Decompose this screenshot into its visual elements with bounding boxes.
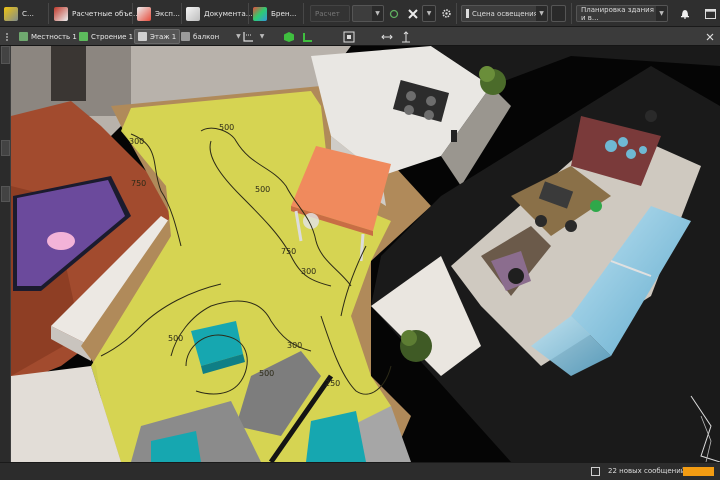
bell-icon[interactable] — [677, 6, 693, 21]
contour-label: 750 — [281, 247, 296, 256]
gear-icon[interactable] — [438, 6, 454, 21]
section-icon[interactable] — [240, 29, 256, 44]
select-icon[interactable] — [341, 29, 357, 44]
measure-icon — [4, 6, 18, 21]
messages-count[interactable]: 22 новых сообщений — [608, 467, 685, 475]
toolbar-item-measure[interactable]: С... — [4, 4, 34, 23]
contour-label: 300 — [287, 341, 302, 350]
chevron-down-icon: ▼ — [656, 6, 667, 21]
save-icon[interactable] — [591, 467, 600, 476]
brands-icon — [253, 6, 267, 21]
left-panel-strip — [0, 46, 11, 462]
crumb-terrain[interactable]: Местность 1 — [16, 29, 80, 44]
terrain-icon — [19, 32, 28, 41]
panel-tab[interactable] — [1, 186, 10, 202]
window-icon[interactable] — [702, 6, 718, 21]
cube-icon[interactable] — [281, 29, 297, 44]
cancel-calc-button[interactable] — [405, 6, 421, 21]
status-bar: 22 новых сообщений — [0, 462, 720, 480]
building-icon — [79, 32, 88, 41]
chevron-down-icon[interactable]: ▼ — [257, 29, 267, 44]
toolbar-item-calc-objects[interactable]: Расчетные объе... — [54, 4, 140, 23]
height-icon[interactable] — [398, 29, 414, 44]
chevron-down-icon: ▼ — [423, 6, 435, 21]
contour-label: 500 — [259, 369, 274, 378]
chevron-down-icon: ▼ — [372, 6, 383, 21]
contour-label: 750 — [131, 179, 146, 188]
contour-label: 300 — [129, 137, 144, 146]
3d-viewport[interactable]: 500 300 500 750 300 500 500 250 300 750 — [11, 46, 720, 462]
crumb-balcony[interactable]: балкон ▼ — [178, 29, 244, 44]
contour-label: 500 — [219, 123, 234, 132]
progress-bar — [683, 467, 714, 476]
floor-icon — [138, 32, 147, 41]
calc-select[interactable]: Расчет — [310, 5, 350, 22]
documents-icon — [186, 6, 200, 21]
panel-tab[interactable] — [1, 46, 10, 64]
toolbar-item-documents[interactable]: Документа... — [186, 4, 253, 23]
room-icon — [181, 32, 190, 41]
panel-tab[interactable] — [1, 140, 10, 156]
scene-settings-button[interactable] — [551, 5, 566, 22]
contour-label: 300 — [301, 267, 316, 276]
contour-label: 250 — [325, 379, 340, 388]
calc-mode-select[interactable]: ▼ — [352, 5, 384, 22]
crumb-floor[interactable]: Этаж 1 — [134, 29, 181, 44]
contour-label: 500 — [168, 334, 183, 343]
scene-icon — [466, 9, 469, 18]
wall-icon[interactable] — [300, 29, 316, 44]
chevron-down-icon: ▼ — [536, 6, 547, 21]
refresh-icon[interactable] — [386, 6, 402, 21]
scene-select[interactable]: Сцена освещения 1 ▼ — [461, 5, 548, 22]
cancel-options-select[interactable]: ▼ — [422, 5, 436, 22]
breadcrumb-toolbar: Местность 1 Строение 1 Этаж 1 балкон ▼ ▼ — [0, 27, 720, 46]
toolbar-item-export[interactable]: Эксп... — [137, 4, 180, 23]
menu-icon[interactable] — [2, 29, 12, 44]
collapse-icon[interactable] — [702, 29, 718, 44]
plan-select[interactable]: Планировка здания и в... ▼ — [576, 5, 668, 22]
width-icon[interactable] — [379, 29, 395, 44]
floor-plan-render: 500 300 500 750 300 500 500 250 300 750 — [11, 46, 720, 462]
calc-objects-icon — [54, 6, 68, 21]
main-toolbar: С... Расчетные объе... Эксп... Документа… — [0, 0, 720, 27]
toolbar-item-brands[interactable]: Брен... — [253, 4, 296, 23]
contour-label: 500 — [255, 185, 270, 194]
export-icon — [137, 6, 151, 21]
crumb-building[interactable]: Строение 1 — [76, 29, 136, 44]
